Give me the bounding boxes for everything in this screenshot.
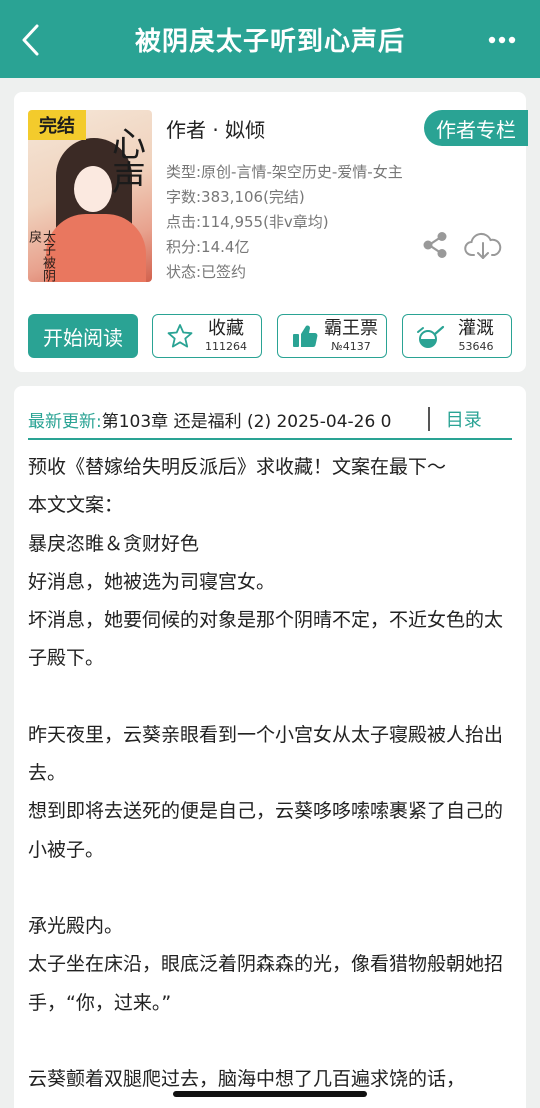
favorite-button[interactable]: 收藏 111264	[152, 314, 262, 358]
description-line: 好消息，她被选为司寝宫女。	[28, 570, 276, 593]
more-button[interactable]	[486, 28, 518, 52]
vote-button[interactable]: 霸王票 №4137	[277, 314, 387, 358]
irrigate-count: 53646	[458, 340, 494, 353]
chevron-left-icon	[22, 24, 39, 56]
meta-status: 状态:已签约	[166, 263, 247, 281]
irrigate-label: 灌溉	[458, 318, 494, 339]
description-card: 最新更新: 第103章 还是福利 (2) 2025-04-26 0 目录 预收《…	[14, 386, 526, 1108]
meta-type: 类型:原创-言情-架空历史-爱情-女主	[166, 163, 403, 181]
description-line	[28, 869, 516, 907]
author-name[interactable]: 作者 · 姒倾	[166, 114, 265, 143]
book-meta: 类型:原创-言情-架空历史-爱情-女主 字数:383,106(完结) 点击:11…	[166, 160, 466, 285]
vote-count: №4137	[331, 340, 371, 353]
book-description: 预收《替嫁给失明反派后》求收藏！文案在最下～ 本文文案： 暴戾恣睢＆贪财好色 好…	[28, 448, 516, 1098]
description-line: 承光殿内。	[28, 914, 124, 937]
watering-can-icon	[413, 321, 447, 351]
book-info-card: 心声 太子被阴戾 完结 作者 · 姒倾 作者专栏 类型:原创-言情-架空历史-爱…	[14, 92, 528, 372]
latest-chapter-link[interactable]: 第103章 还是福利 (2) 2025-04-26 0	[102, 407, 418, 432]
description-line: 昨天夜里，云葵亲眼看到一个小宫女从太子寝殿被人抬出去。	[28, 723, 504, 785]
description-line: 本文文案：	[28, 494, 124, 517]
description-line: 暴戾恣睢＆贪财好色	[28, 532, 200, 555]
more-dots-icon	[488, 36, 516, 44]
share-icon	[423, 232, 447, 258]
table-of-contents-button[interactable]: 目录	[446, 406, 482, 432]
divider	[427, 407, 430, 431]
book-cover[interactable]: 心声 太子被阴戾 完结	[28, 110, 152, 282]
description-line: 想到即将去送死的便是自己，云葵哆哆嗦嗦裹紧了自己的小被子。	[28, 800, 504, 861]
description-line: 太子坐在床沿，眼底泛着阴森森的光，像看猎物般朝她招手，“你，过来。”	[28, 953, 504, 1014]
description-line	[28, 1022, 516, 1060]
start-reading-button[interactable]: 开始阅读	[28, 314, 138, 358]
share-button[interactable]	[420, 230, 452, 262]
cover-calligraphy: 心声	[112, 125, 146, 199]
latest-update-bar: 最新更新: 第103章 还是福利 (2) 2025-04-26 0 目录	[28, 400, 512, 440]
description-line: 坏消息，她要伺候的对象是那个阴晴不定，不近女色的太子殿下。	[28, 609, 504, 670]
home-indicator[interactable]	[173, 1091, 367, 1097]
cover-figure-face	[74, 166, 112, 212]
page-title: 被阴戾太子听到心声后	[134, 26, 405, 57]
description-line	[28, 678, 516, 716]
download-button[interactable]	[464, 230, 502, 262]
favorite-label: 收藏	[208, 318, 244, 339]
description-line: 预收《替嫁给失明反派后》求收藏！文案在最下～	[28, 456, 447, 478]
cloud-download-icon	[464, 232, 502, 259]
top-bar: 被阴戾太子听到心声后	[0, 0, 540, 78]
author-column-button[interactable]: 作者专栏	[424, 110, 528, 146]
cover-vertical-title: 太子被阴戾	[28, 230, 55, 282]
thumbs-up-icon	[288, 321, 322, 351]
latest-update-label: 最新更新:	[28, 411, 102, 432]
favorite-count: 111264	[205, 340, 247, 353]
back-button[interactable]	[14, 22, 46, 58]
meta-word-count: 字数:383,106(完结)	[166, 188, 305, 206]
irrigate-button[interactable]: 灌溉 53646	[402, 314, 512, 358]
completed-badge: 完结	[28, 110, 86, 140]
cover-figure-robe	[46, 214, 146, 282]
vote-label: 霸王票	[324, 318, 378, 339]
star-icon	[163, 321, 197, 351]
